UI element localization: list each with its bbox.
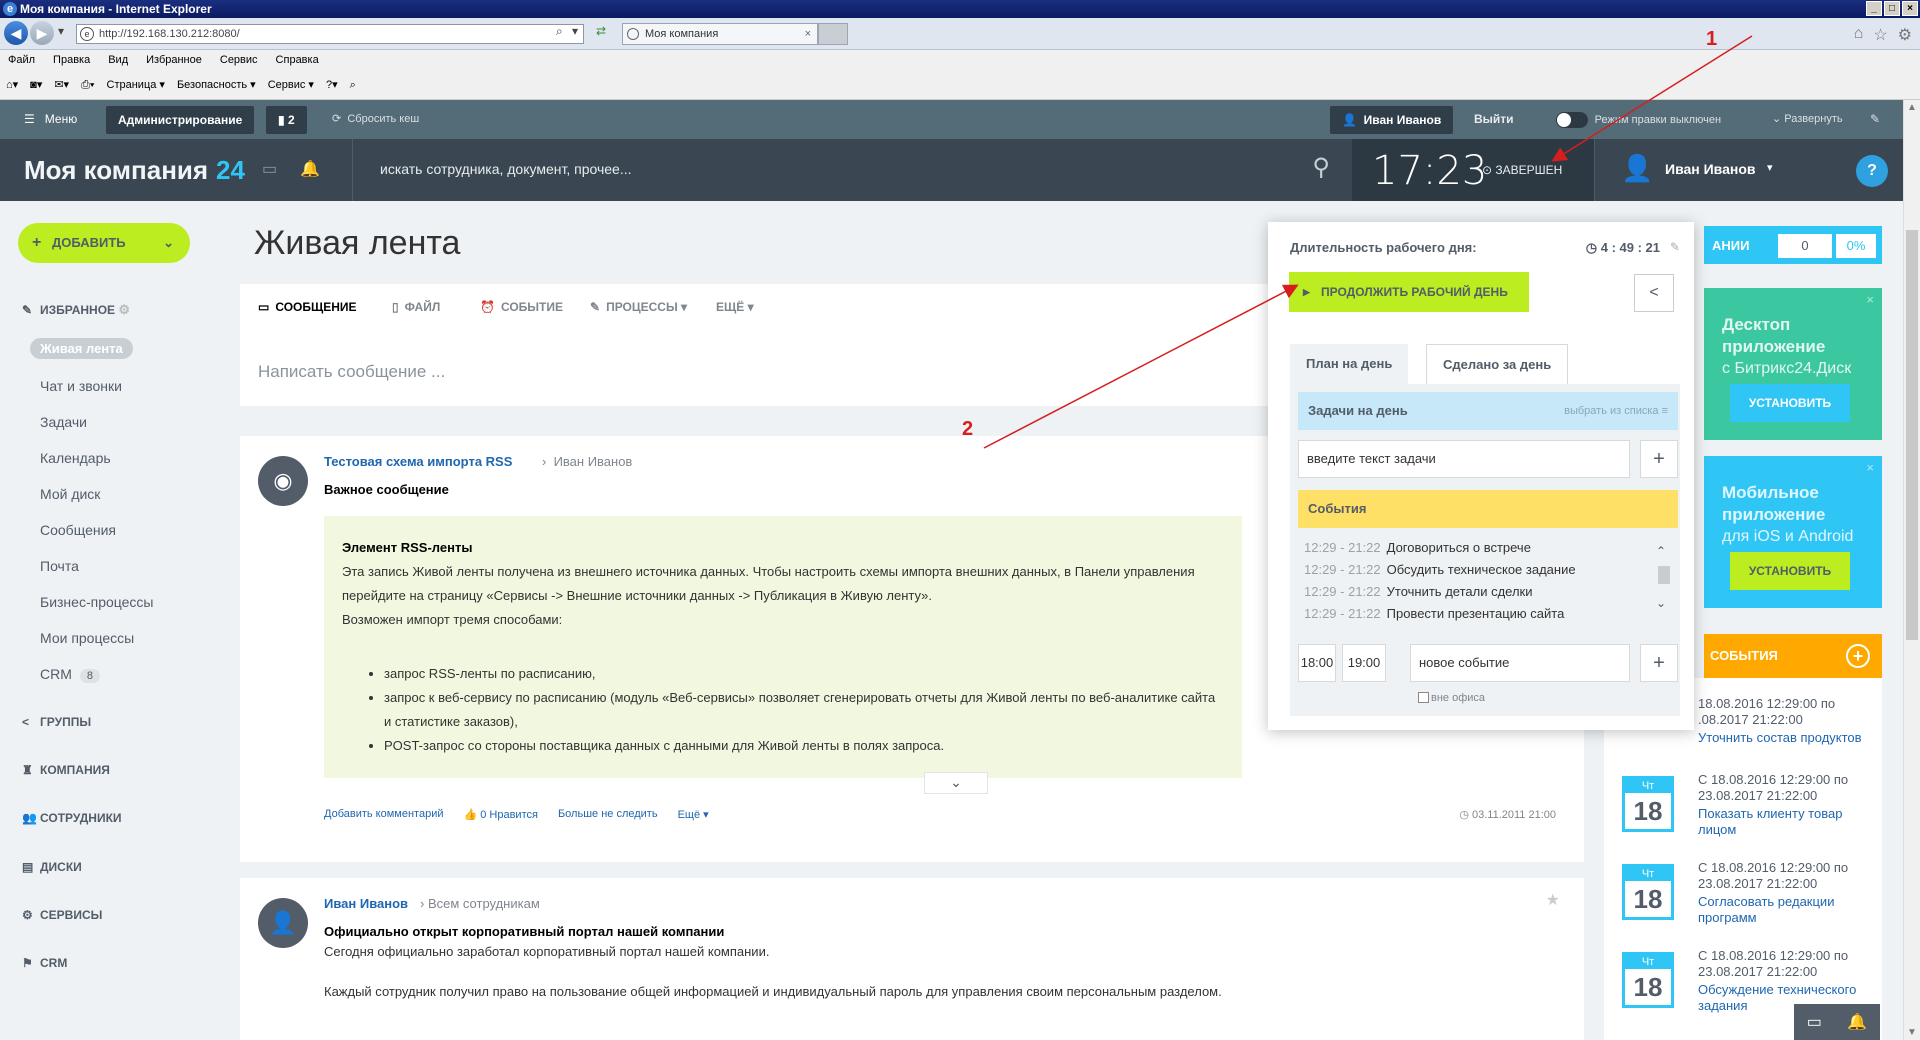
annotation-overlay — [983, 35, 1753, 449]
annotation-number-1: 1 — [1706, 28, 1718, 50]
annotation-arrow-2 — [983, 284, 1299, 449]
annotation-number-2: 2 — [962, 418, 974, 440]
annotation-arrow-1 — [1551, 35, 1753, 162]
